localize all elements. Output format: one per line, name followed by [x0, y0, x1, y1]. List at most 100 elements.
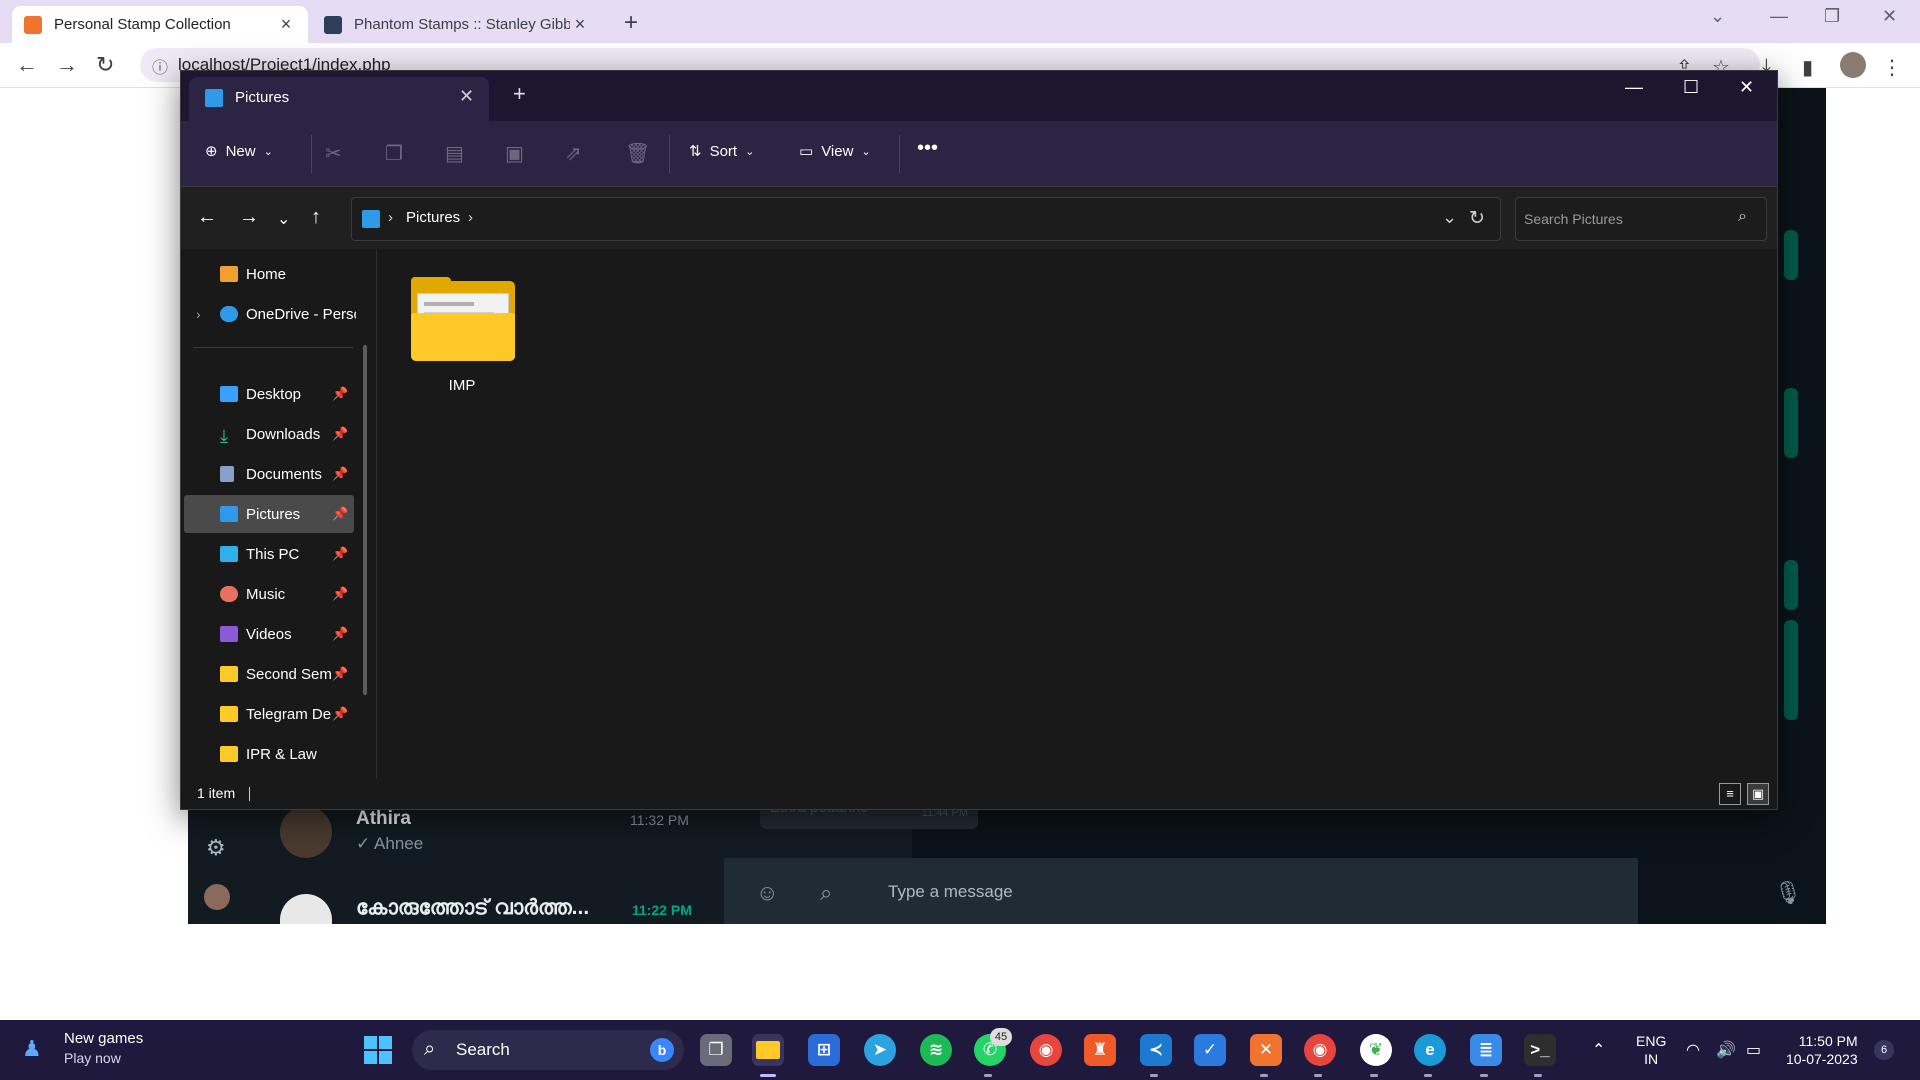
reload-icon[interactable]: ↻ — [96, 52, 114, 78]
chrome-profile-icon[interactable]: ◉ — [1304, 1034, 1336, 1066]
nav-item-home[interactable]: Home — [184, 255, 354, 293]
new-tab-icon[interactable]: + — [624, 9, 638, 37]
mongodb-compass-icon[interactable]: ❦ — [1360, 1034, 1392, 1066]
minimize-icon[interactable]: — — [1770, 6, 1788, 27]
microphone-icon[interactable]: 🎙 — [1774, 880, 1802, 906]
notification-count[interactable]: 6 — [1874, 1040, 1894, 1060]
nav-item-second-semester[interactable]: Second Seme 📌 — [184, 655, 354, 693]
telegram-icon[interactable]: ➤ — [864, 1034, 896, 1066]
explorer-address-bar[interactable]: › Pictures › ⌄ — [351, 197, 1501, 241]
forward-icon[interactable]: → — [56, 52, 78, 78]
battery-icon[interactable]: ▭ — [1746, 1040, 1761, 1060]
nav-item-ipr-law[interactable]: IPR & Law — [184, 735, 354, 773]
maximize-icon[interactable]: ☐ — [1683, 77, 1699, 98]
task-view-icon[interactable]: ❐ — [700, 1034, 732, 1066]
emoji-icon[interactable]: ☺ — [756, 880, 778, 906]
clock[interactable]: 11:50 PM 10-07-2023 — [1786, 1032, 1858, 1068]
running-indicator — [1370, 1074, 1378, 1077]
nav-item-onedrive[interactable]: › OneDrive - Perso — [184, 295, 356, 333]
paste-icon[interactable]: ▤ — [445, 141, 464, 166]
menu-icon[interactable]: ⋮ — [1882, 55, 1902, 80]
start-button[interactable] — [364, 1036, 392, 1064]
chevron-right-icon[interactable]: › — [388, 209, 393, 226]
running-indicator — [984, 1074, 992, 1077]
wifi-icon[interactable]: ◠ — [1686, 1040, 1700, 1060]
more-options-icon[interactable]: ••• — [917, 137, 938, 160]
chevron-right-icon[interactable]: › — [468, 209, 473, 226]
browser-tab-phantom-stamps[interactable]: Phantom Stamps :: Stanley Gibbo × — [312, 6, 602, 43]
language-indicator[interactable]: ENG IN — [1636, 1032, 1666, 1068]
back-icon[interactable]: ← — [16, 52, 38, 78]
up-icon[interactable]: ↑ — [311, 206, 321, 229]
chevron-down-icon[interactable]: ⌄ — [1442, 207, 1457, 228]
search-box[interactable]: ⌕ — [1515, 197, 1767, 241]
delete-icon[interactable]: 🗑 — [625, 141, 650, 166]
scrollbar[interactable] — [363, 345, 367, 695]
bing-icon[interactable]: b — [650, 1038, 674, 1062]
back-icon[interactable]: ← — [197, 206, 217, 229]
todo-icon[interactable]: ✓ — [1194, 1034, 1226, 1066]
copy-icon[interactable]: ❐ — [385, 141, 403, 166]
sort-label: Sort — [709, 142, 738, 160]
search-icon[interactable]: ⌕ — [1738, 208, 1747, 226]
pin-icon: 📌 — [332, 706, 349, 721]
cut-icon[interactable]: ✂ — [325, 141, 342, 166]
taskbar-search[interactable]: ⌕ Search b — [412, 1030, 684, 1070]
nav-item-documents[interactable]: Documents 📌 — [184, 455, 354, 493]
nav-item-telegram[interactable]: Telegram De 📌 — [184, 695, 354, 733]
new-button[interactable]: ⊕ New ⌄ — [205, 142, 273, 161]
volume-icon[interactable]: 🔊 — [1716, 1040, 1736, 1060]
brave-icon[interactable]: ♜ — [1084, 1034, 1116, 1066]
chevron-down-icon[interactable]: ⌄ — [1710, 6, 1725, 27]
minimize-icon[interactable]: — — [1625, 77, 1643, 98]
large-icons-view-icon[interactable]: ▣ — [1747, 783, 1769, 805]
microsoft-store-icon[interactable]: ⊞ — [808, 1034, 840, 1066]
command-bar: ⊕ New ⌄ ✂ ❐ ▤ ▣ ⇗ 🗑 ⇅ Sort ⌄ ▭ View ⌄ ••… — [181, 121, 1777, 187]
close-icon[interactable]: ✕ — [1739, 77, 1754, 98]
close-icon[interactable]: ✕ — [459, 86, 474, 107]
avatar[interactable] — [204, 884, 230, 910]
share-icon[interactable]: ⇗ — [565, 141, 582, 166]
add-tab-icon[interactable]: + — [513, 81, 526, 107]
close-icon[interactable]: ✕ — [1882, 6, 1897, 27]
rename-icon[interactable]: ▣ — [505, 141, 524, 166]
close-icon[interactable]: × — [276, 14, 296, 35]
xampp-icon[interactable]: ✕ — [1250, 1034, 1282, 1066]
close-icon[interactable]: × — [570, 14, 590, 35]
breadcrumb-pictures[interactable]: Pictures — [406, 209, 460, 226]
profile-avatar[interactable] — [1840, 52, 1866, 78]
pictures-icon — [362, 210, 380, 228]
message-input[interactable]: Type a message — [888, 882, 1013, 902]
spotify-icon[interactable]: ≋ — [920, 1034, 952, 1066]
explorer-tab-pictures[interactable]: Pictures ✕ — [189, 77, 489, 121]
info-icon[interactable]: ⓘ — [152, 54, 168, 78]
nav-item-pictures[interactable]: Pictures 📌 — [184, 495, 354, 533]
recent-locations-icon[interactable]: ⌄ — [277, 209, 290, 229]
terminal-icon[interactable]: >_ — [1524, 1034, 1556, 1066]
search-input[interactable] — [1524, 208, 1724, 230]
forward-icon[interactable]: → — [239, 206, 259, 229]
attach-icon[interactable]: ⌕ — [820, 880, 832, 906]
notepad-icon[interactable]: ≣ — [1470, 1034, 1502, 1066]
nav-item-downloads[interactable]: ⤓ Downloads 📌 — [184, 415, 354, 453]
refresh-icon[interactable]: ↻ — [1469, 207, 1485, 230]
nav-item-desktop[interactable]: Desktop 📌 — [184, 375, 354, 413]
edge-icon[interactable]: e — [1414, 1034, 1446, 1066]
chevron-up-icon[interactable]: ⌃ — [1592, 1040, 1605, 1060]
browser-tab-personal-stamp[interactable]: Personal Stamp Collection × — [12, 6, 308, 43]
chrome-icon[interactable]: ◉ — [1030, 1034, 1062, 1066]
sidepanel-icon[interactable]: ▮ — [1802, 55, 1813, 80]
view-button[interactable]: ▭ View ⌄ — [799, 142, 871, 161]
maximize-icon[interactable]: ❐ — [1824, 6, 1840, 27]
sort-button[interactable]: ⇅ Sort ⌄ — [689, 142, 754, 161]
nav-item-music[interactable]: Music 📌 — [184, 575, 354, 613]
gear-icon[interactable]: ⚙ — [206, 835, 226, 861]
vscode-icon[interactable]: ≺ — [1140, 1034, 1172, 1066]
file-explorer-icon[interactable] — [752, 1034, 784, 1066]
avatar[interactable] — [280, 806, 332, 858]
nav-item-this-pc[interactable]: This PC 📌 — [184, 535, 354, 573]
nav-item-videos[interactable]: Videos 📌 — [184, 615, 354, 653]
chevron-right-icon[interactable]: › — [196, 306, 201, 322]
folder-item-imp[interactable]: IMP — [407, 277, 517, 397]
details-view-icon[interactable]: ≡ — [1719, 783, 1741, 805]
